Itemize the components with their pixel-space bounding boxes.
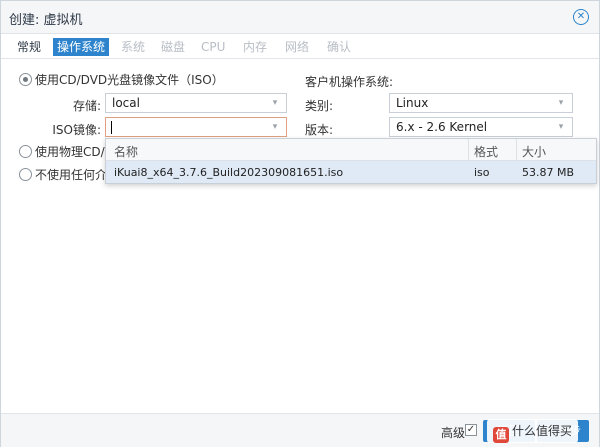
iso-label: ISO镜像:: [52, 123, 101, 137]
storage-value: local: [112, 96, 140, 110]
window-title: 创建: 虚拟机: [9, 13, 83, 28]
chevron-down-icon[interactable]: ▾: [270, 121, 280, 133]
tab-network: 网络: [285, 40, 310, 54]
iso-file-size: 53.87 MB: [522, 166, 575, 179]
tab-memory: 内存: [243, 40, 268, 54]
tab-disk: 磁盘: [161, 40, 186, 54]
iso-picker-header: 名称 格式 大小: [106, 139, 596, 161]
os-type-value: Linux: [396, 96, 429, 110]
watermark-logo-icon: 值: [493, 427, 509, 443]
chevron-down-icon[interactable]: ▾: [556, 97, 566, 109]
text-cursor: [111, 121, 112, 134]
storage-label: 存储:: [72, 99, 101, 113]
os-version-select[interactable]: 6.x - 2.6 Kernel ▾: [389, 117, 573, 137]
tab-confirm: 确认: [327, 40, 352, 54]
iso-file-name: iKuai8_x64_3.7.6_Build202309081651.iso: [114, 166, 344, 179]
os-type-select[interactable]: Linux ▾: [389, 93, 573, 113]
tab-system: 系统: [121, 40, 146, 54]
radio-physical[interactable]: [19, 145, 32, 158]
table-row[interactable]: iKuai8_x64_3.7.6_Build202309081651.iso i…: [106, 161, 596, 183]
column-divider: [468, 139, 469, 161]
iso-image-select[interactable]: ▾: [105, 117, 287, 137]
chevron-down-icon[interactable]: ▾: [270, 97, 280, 109]
create-vm-dialog: 创建: 虚拟机 ✕ 常规 操作系统 系统 磁盘 CPU 内存 网络 确认 使用C…: [0, 0, 600, 447]
radio-iso-label: 使用CD/DVD光盘镜像文件（ISO）: [35, 73, 224, 87]
guest-os-heading: 客户机操作系统:: [305, 75, 394, 89]
os-version-value: 6.x - 2.6 Kernel: [396, 120, 488, 134]
column-name-header[interactable]: 名称: [114, 143, 138, 160]
tab-os[interactable]: 操作系统: [53, 38, 110, 56]
tab-cpu: CPU: [201, 40, 226, 54]
radio-none[interactable]: [19, 168, 32, 181]
radio-iso[interactable]: [19, 73, 32, 86]
watermark-text: 什么值得买: [512, 424, 573, 438]
iso-file-format: iso: [474, 166, 490, 179]
watermark: 值什么值得买: [487, 419, 579, 443]
tab-general[interactable]: 常规: [13, 38, 45, 56]
column-divider: [516, 139, 517, 161]
os-version-label: 版本:: [305, 123, 334, 137]
chevron-down-icon[interactable]: ▾: [556, 121, 566, 133]
title-bar: 创建: 虚拟机 ✕: [1, 1, 599, 34]
column-format-header[interactable]: 格式: [474, 143, 498, 160]
iso-picker-dropdown: 名称 格式 大小 iKuai8_x64_3.7.6_Build202309081…: [105, 138, 597, 184]
advanced-checkbox[interactable]: ✓: [465, 424, 477, 436]
column-size-header[interactable]: 大小: [522, 143, 546, 160]
storage-select[interactable]: local ▾: [105, 93, 287, 113]
wizard-tabs: 常规 操作系统 系统 磁盘 CPU 内存 网络 确认: [1, 34, 599, 59]
advanced-label: 高级: [441, 426, 466, 440]
os-type-label: 类别:: [305, 99, 334, 113]
close-icon[interactable]: ✕: [573, 9, 589, 25]
